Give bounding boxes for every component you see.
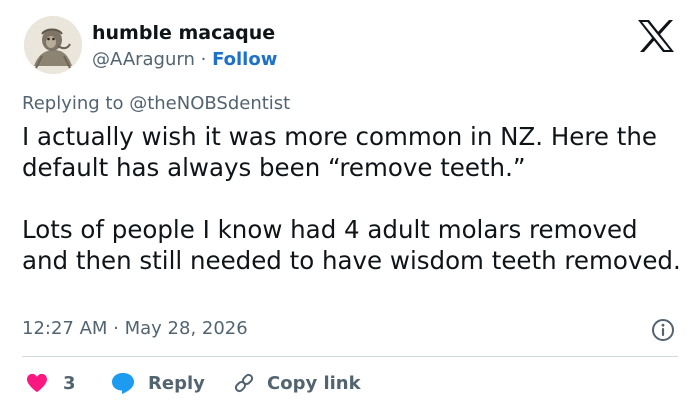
speech-bubble-icon <box>112 373 134 394</box>
avatar-image <box>24 16 82 74</box>
copy-link-label: Copy link <box>267 372 361 394</box>
copy-link-button[interactable]: Copy link <box>232 368 361 398</box>
user-display-name[interactable]: humble macaque <box>92 22 275 44</box>
replying-to: Replying to @theNOBSdentist <box>22 93 290 114</box>
link-icon <box>234 373 254 393</box>
divider <box>22 356 678 357</box>
tweet-body: I actually wish it was more common in NZ… <box>22 121 682 276</box>
user-handle[interactable]: @AAragurn <box>92 49 195 70</box>
heart-icon <box>27 373 47 393</box>
reply-label: Reply <box>148 372 205 394</box>
handle-row: @AAragurn · Follow <box>92 49 277 70</box>
tweet-timestamp[interactable]: 12:27 AM · May 28, 2026 <box>22 318 248 339</box>
tweet-paragraph: I actually wish it was more common in NZ… <box>22 122 657 182</box>
replying-mention-link[interactable]: @theNOBSdentist <box>129 93 290 114</box>
replying-prefix: Replying to <box>22 93 130 114</box>
like-count: 3 <box>63 372 76 394</box>
separator-dot: · <box>200 49 213 70</box>
follow-button[interactable]: Follow <box>212 49 277 70</box>
x-logo-icon[interactable] <box>636 18 676 54</box>
tweet-paragraph: Lots of people I know had 4 adult molars… <box>22 215 681 275</box>
avatar[interactable] <box>24 16 82 74</box>
reply-button[interactable]: Reply <box>110 368 205 398</box>
info-icon[interactable] <box>651 318 675 342</box>
like-button[interactable]: 3 <box>26 368 76 398</box>
